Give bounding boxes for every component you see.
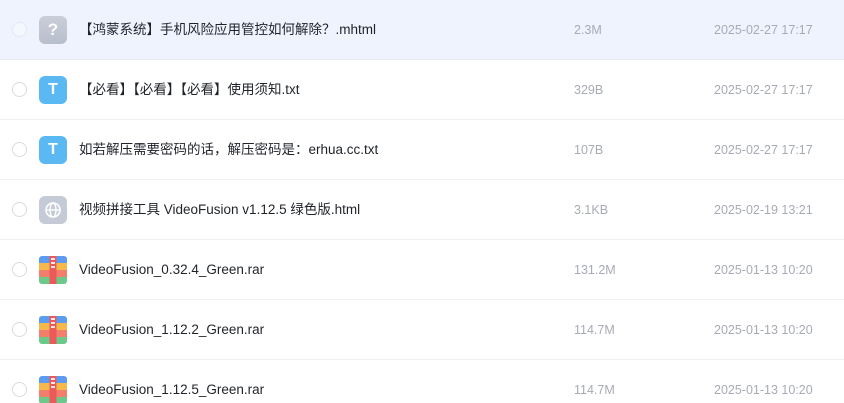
zip-archive-icon — [39, 316, 67, 344]
file-row[interactable]: VideoFusion_1.12.5_Green.rar 114.7M 2025… — [0, 360, 844, 403]
file-size: 114.7M — [574, 383, 615, 397]
file-size: 114.7M — [574, 323, 615, 337]
file-name[interactable]: VideoFusion_1.12.5_Green.rar — [79, 360, 264, 403]
file-row[interactable]: VideoFusion_1.12.2_Green.rar 114.7M 2025… — [0, 300, 844, 360]
row-select-radio[interactable] — [12, 382, 27, 397]
file-size: 3.1KB — [574, 203, 609, 217]
file-name[interactable]: 如若解压需要密码的话，解压密码是：erhua.cc.txt — [79, 120, 378, 180]
text-file-icon: T — [39, 76, 67, 104]
archive-file-icon — [39, 376, 67, 403]
file-size: 329B — [574, 83, 604, 97]
web-file-icon — [39, 196, 67, 224]
file-row[interactable]: T 如若解压需要密码的话，解压密码是：erhua.cc.txt 107B 202… — [0, 120, 844, 180]
row-select-radio[interactable] — [12, 22, 27, 37]
zip-archive-icon — [39, 256, 67, 284]
file-name[interactable]: VideoFusion_0.32.4_Green.rar — [79, 240, 264, 300]
row-select-radio[interactable] — [12, 262, 27, 277]
globe-icon — [45, 202, 61, 218]
file-row[interactable]: 视频拼接工具 VideoFusion v1.12.5 绿色版.html 3.1K… — [0, 180, 844, 240]
row-select-radio[interactable] — [12, 82, 27, 97]
file-name[interactable]: VideoFusion_1.12.2_Green.rar — [79, 300, 264, 360]
unknown-file-icon: ? — [39, 16, 67, 44]
file-name[interactable]: 【鸿蒙系统】手机风险应用管控如何解除？.mhtml — [79, 0, 376, 60]
file-date: 2025-02-27 17:17 — [714, 143, 813, 157]
file-row[interactable]: ? 【鸿蒙系统】手机风险应用管控如何解除？.mhtml 2.3M 2025-02… — [0, 0, 844, 60]
row-select-radio[interactable] — [12, 142, 27, 157]
file-date: 2025-02-19 13:21 — [714, 203, 813, 217]
file-size: 107B — [574, 143, 604, 157]
text-file-icon: T — [39, 136, 67, 164]
row-select-radio[interactable] — [12, 202, 27, 217]
file-row[interactable]: T 【必看】【必看】【必看】使用须知.txt 329B 2025-02-27 1… — [0, 60, 844, 120]
file-row[interactable]: VideoFusion_0.32.4_Green.rar 131.2M 2025… — [0, 240, 844, 300]
file-size: 131.2M — [574, 263, 616, 277]
file-name[interactable]: 视频拼接工具 VideoFusion v1.12.5 绿色版.html — [79, 180, 360, 240]
zip-archive-icon — [39, 376, 67, 403]
file-date: 2025-02-27 17:17 — [714, 23, 813, 37]
archive-file-icon — [39, 256, 67, 284]
file-date: 2025-02-27 17:17 — [714, 83, 813, 97]
file-size: 2.3M — [574, 23, 602, 37]
file-date: 2025-01-13 10:20 — [714, 263, 813, 277]
archive-file-icon — [39, 316, 67, 344]
file-date: 2025-01-13 10:20 — [714, 383, 813, 397]
row-select-radio[interactable] — [12, 322, 27, 337]
file-date: 2025-01-13 10:20 — [714, 323, 813, 337]
file-name[interactable]: 【必看】【必看】【必看】使用须知.txt — [79, 60, 300, 120]
file-list: ? 【鸿蒙系统】手机风险应用管控如何解除？.mhtml 2.3M 2025-02… — [0, 0, 844, 403]
